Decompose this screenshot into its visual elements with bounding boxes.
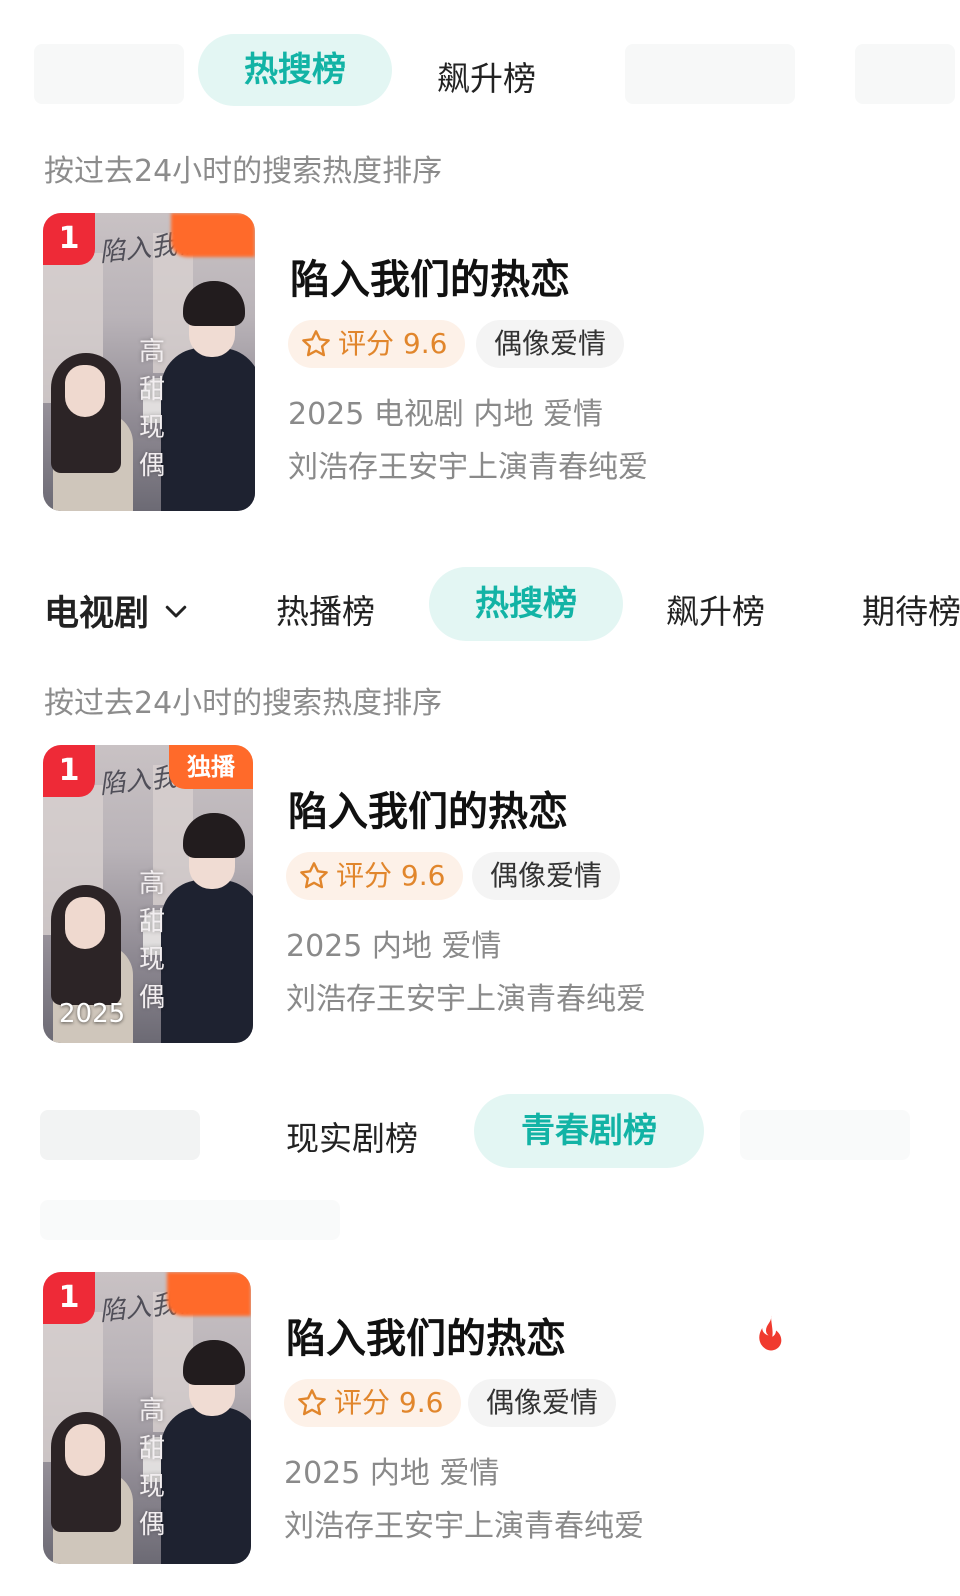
star-icon (300, 862, 328, 889)
score-label: 评分 9.6 (336, 859, 446, 892)
chevron-down-icon (165, 605, 187, 617)
category-label: 电视剧 (44, 594, 150, 634)
score-badge: 评分 9.6 (288, 320, 466, 368)
poster-tagline: 高甜现偶 (139, 1396, 166, 1540)
drama-meta: 2025 内地 爱情 (286, 929, 502, 964)
score-badge: 评分 9.6 (286, 852, 464, 900)
blurred-ribbon: 独播 (167, 1272, 251, 1316)
ranking-item[interactable]: 陷入我们 高甜现偶 1 独播 陷入我们的热恋 评分 9.6 偶像爱情 2025 … (0, 1272, 960, 1572)
drama-meta: 2025 电视剧 内地 爱情 (288, 397, 603, 432)
drama-title[interactable]: 陷入我们的热恋 (288, 779, 568, 837)
tab-youth-drama[interactable]: 青春剧榜 (474, 1094, 704, 1168)
flame-icon (759, 1315, 782, 1351)
rank-badge: 1 (43, 745, 95, 797)
blurred-tab (34, 44, 184, 104)
genre-tag[interactable]: 偶像爱情 (476, 320, 625, 368)
drama-poster[interactable]: 陷入我们 高甜现偶 1 独播 (43, 213, 255, 511)
tab-rising[interactable]: 飙升榜 (437, 52, 536, 100)
drama-meta: 2025 内地 爱情 (284, 1456, 500, 1491)
tab-anticipated[interactable]: 期待榜 (862, 585, 960, 633)
star-icon (302, 330, 330, 357)
blurred-tab (40, 1110, 200, 1160)
blurred-subtitle (40, 1200, 340, 1240)
poster-tagline: 高甜现偶 (139, 337, 166, 481)
poster-tagline: 高甜现偶 (139, 869, 166, 1013)
drama-description: 刘浩存王安宇上演青春纯爱 (288, 450, 648, 485)
tab-hot-search[interactable]: 热搜榜 (198, 34, 392, 106)
ranking-subtitle: 按过去24小时的搜索热度排序 (44, 686, 443, 721)
ranking-subtitle: 按过去24小时的搜索热度排序 (44, 154, 443, 189)
star-icon (298, 1389, 326, 1416)
exclusive-ribbon: 独播 (169, 745, 253, 789)
drama-poster[interactable]: 陷入我们 高甜现偶 1 独播 (43, 1272, 251, 1564)
drama-poster[interactable]: 陷入我们 高甜现偶 2025 1 独播 (43, 745, 253, 1043)
drama-title[interactable]: 陷入我们的热恋 (290, 247, 570, 305)
rank-badge: 1 (43, 213, 95, 265)
ranking-item[interactable]: 陷入我们 高甜现偶 1 独播 陷入我们的热恋 评分 9.6 偶像爱情 2025 … (0, 213, 960, 513)
drama-description: 刘浩存王安宇上演青春纯爱 (284, 1509, 644, 1544)
tab-realistic-drama[interactable]: 现实剧榜 (286, 1112, 418, 1160)
category-dropdown[interactable]: 电视剧 (44, 585, 191, 636)
tab-hot-play[interactable]: 热播榜 (276, 585, 375, 633)
score-label: 评分 9.6 (338, 327, 448, 360)
blurred-tab (740, 1110, 910, 1160)
genre-tag[interactable]: 偶像爱情 (472, 852, 621, 900)
drama-title[interactable]: 陷入我们的热恋 (286, 1306, 566, 1364)
tab-hot-search[interactable]: 热搜榜 (429, 567, 623, 641)
score-label: 评分 9.6 (334, 1386, 444, 1419)
blurred-tab (855, 44, 955, 104)
rank-badge: 1 (43, 1272, 95, 1324)
blurred-ribbon: 独播 (171, 213, 255, 257)
poster-year: 2025 (59, 999, 126, 1029)
tab-rising[interactable]: 飙升榜 (666, 585, 765, 633)
score-badge: 评分 9.6 (284, 1379, 462, 1427)
blurred-tab (625, 44, 795, 104)
genre-tag[interactable]: 偶像爱情 (468, 1379, 617, 1427)
drama-description: 刘浩存王安宇上演青春纯爱 (286, 982, 646, 1017)
ranking-item[interactable]: 陷入我们 高甜现偶 2025 1 独播 陷入我们的热恋 评分 9.6 偶像爱情 … (0, 745, 960, 1045)
